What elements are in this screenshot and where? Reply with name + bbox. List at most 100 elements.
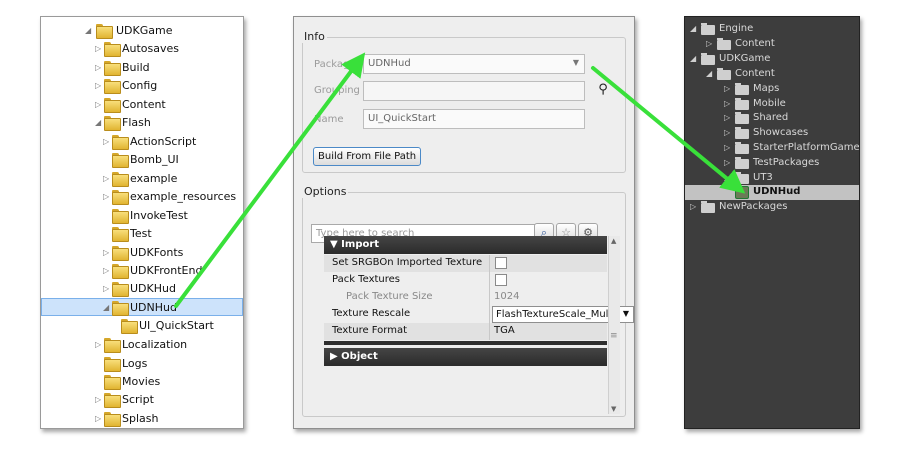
property-name: Texture Rescale <box>332 308 411 319</box>
package-item-udkgame-content[interactable]: ◢ Content <box>685 67 859 82</box>
tree-item-bomb-ui[interactable]: Bomb_UI <box>41 151 243 169</box>
collapsed-arrow-icon[interactable]: ▷ <box>103 266 111 276</box>
tree-item-example[interactable]: ▷ example <box>41 170 243 188</box>
folder-icon <box>111 209 129 224</box>
property-grid-scrollbar[interactable]: ▲ ≡ ▼ <box>608 236 620 414</box>
collapsed-arrow-icon[interactable]: ▷ <box>706 39 712 48</box>
collapsed-arrow-icon[interactable]: ▷ <box>103 248 111 258</box>
expand-arrow-icon[interactable]: ◢ <box>103 303 111 313</box>
category-object[interactable]: ▶ Object <box>324 348 607 366</box>
scroll-up-icon[interactable]: ▲ <box>611 237 616 245</box>
dropdown-arrow-icon[interactable]: ▼ <box>623 309 629 318</box>
package-item-label: Content <box>735 68 775 79</box>
expand-arrow-icon[interactable]: ◢ <box>706 69 712 78</box>
folder-icon <box>111 135 129 150</box>
collapsed-arrow-icon[interactable]: ▷ <box>724 143 730 152</box>
tree-item-label: Test <box>130 227 152 240</box>
property-row[interactable]: Pack Texture Size 1024 <box>324 289 607 306</box>
tree-item-actionscript[interactable]: ▷ ActionScript <box>41 133 243 151</box>
collapsed-arrow-icon[interactable]: ▷ <box>103 174 111 184</box>
collapsed-arrow-icon[interactable]: ▷ <box>724 113 730 122</box>
tree-item-label: Content <box>122 98 166 111</box>
tree-item-invoketest[interactable]: InvokeTest <box>41 207 243 225</box>
tree-item-udkhud[interactable]: ▷ UDKHud <box>41 280 243 298</box>
package-item-showcases[interactable]: ▷ Showcases <box>685 126 859 141</box>
property-row[interactable]: Pack Textures <box>324 272 607 289</box>
package-item-label: NewPackages <box>719 201 788 212</box>
binoculars-icon[interactable]: ⚲ <box>593 81 613 101</box>
tree-item-movies[interactable]: Movies <box>41 373 243 391</box>
collapsed-arrow-icon[interactable]: ▷ <box>95 100 103 110</box>
folder-icon <box>103 61 121 76</box>
collapsed-arrow-icon[interactable]: ▷ <box>95 44 103 54</box>
package-item-starterplatformgame[interactable]: ▷ StarterPlatformGameCo <box>685 141 859 156</box>
expand-arrow-icon[interactable]: ◢ <box>690 24 696 33</box>
collapsed-arrow-icon[interactable]: ▷ <box>95 340 103 350</box>
package-item-label: StarterPlatformGameCo <box>753 142 860 153</box>
collapsed-arrow-icon[interactable]: ▷ <box>724 84 730 93</box>
category-import[interactable]: ▼ Import <box>324 236 607 254</box>
package-item-newpackages[interactable]: ▷ NewPackages <box>685 200 859 215</box>
dropdown-arrow-icon[interactable]: ▼ <box>573 58 579 67</box>
tree-item-content[interactable]: ▷ Content <box>41 96 243 114</box>
tree-item-example-resources[interactable]: ▷ example_resources <box>41 188 243 206</box>
collapsed-arrow-icon[interactable]: ▷ <box>724 128 730 137</box>
texture-format-value[interactable]: TGA <box>494 325 515 336</box>
package-item-udkgame[interactable]: ◢ UDKGame <box>685 52 859 67</box>
tree-item-label: UDKGame <box>116 24 173 37</box>
package-combo[interactable]: UDNHud ▼ <box>363 54 585 74</box>
expand-arrow-icon[interactable]: ◢ <box>690 54 696 63</box>
tree-item-udkfrontend[interactable]: ▷ UDKFrontEnd <box>41 262 243 280</box>
tree-item-logs[interactable]: Logs <box>41 355 243 373</box>
package-item-mobile[interactable]: ▷ Mobile <box>685 97 859 112</box>
collapsed-arrow-icon[interactable]: ▷ <box>103 137 111 147</box>
package-label: Package <box>314 59 356 70</box>
tree-item-script[interactable]: ▷ Script <box>41 391 243 409</box>
property-row[interactable]: Texture Format TGA <box>324 323 607 340</box>
tree-item-autosaves[interactable]: ▷ Autosaves <box>41 40 243 58</box>
package-item-shared[interactable]: ▷ Shared <box>685 111 859 126</box>
name-field[interactable]: UI_QuickStart <box>363 109 585 129</box>
tree-item-localization[interactable]: ▷ Localization <box>41 336 243 354</box>
property-row[interactable]: Texture Rescale FlashTextureScale_Mult4 … <box>324 306 634 323</box>
scroll-down-icon[interactable]: ▼ <box>611 405 616 413</box>
package-item-testpackages[interactable]: ▷ TestPackages <box>685 156 859 171</box>
collapsed-arrow-icon[interactable]: ▷ <box>724 99 730 108</box>
tree-item-flash[interactable]: ◢ Flash <box>41 114 243 132</box>
tree-item-ui-quickstart[interactable]: UI_QuickStart <box>41 317 243 335</box>
expand-arrow-icon[interactable]: ◢ <box>95 118 103 128</box>
grouping-field[interactable] <box>363 81 585 101</box>
build-from-file-path-button[interactable]: Build From File Path <box>313 147 422 166</box>
package-item-label: UT3 <box>753 172 773 183</box>
collapsed-arrow-icon[interactable]: ▷ <box>95 414 103 424</box>
package-item-udnhud[interactable]: UDNHud <box>685 185 859 200</box>
collapsed-arrow-icon[interactable]: ▷ <box>103 284 111 294</box>
package-item-ut3[interactable]: ◢ UT3 <box>685 171 859 186</box>
collapsed-arrow-icon[interactable]: ▷ <box>724 158 730 167</box>
tree-item-udkgame[interactable]: ◢ UDKGame <box>41 22 243 40</box>
collapsed-arrow-icon[interactable]: ▷ <box>690 202 696 211</box>
tree-item-udkfonts[interactable]: ▷ UDKFonts <box>41 244 243 262</box>
pack-texture-size-value[interactable]: 1024 <box>494 291 519 302</box>
collapsed-arrow-icon[interactable]: ▷ <box>95 63 103 73</box>
package-item-engine[interactable]: ◢ Engine <box>685 22 859 37</box>
expand-arrow-icon[interactable]: ◢ <box>724 173 730 182</box>
expander-placeholder <box>103 211 111 221</box>
column-divider <box>489 272 490 289</box>
collapsed-arrow-icon[interactable]: ▷ <box>95 81 103 91</box>
tree-item-udnhud[interactable]: ◢ UDNHud <box>41 298 243 316</box>
property-row[interactable]: Set SRGBOn Imported Texture <box>324 255 607 272</box>
package-item-engine-content[interactable]: ▷ Content <box>685 37 859 52</box>
collapsed-arrow-icon[interactable]: ▷ <box>103 192 111 202</box>
collapsed-arrow-icon[interactable]: ▷ <box>95 395 103 405</box>
srgb-checkbox[interactable] <box>495 257 507 269</box>
scroll-grip-icon[interactable]: ≡ <box>610 331 618 341</box>
tree-item-build[interactable]: ▷ Build <box>41 59 243 77</box>
expand-arrow-icon[interactable]: ◢ <box>85 26 93 36</box>
tree-item-config[interactable]: ▷ Config <box>41 77 243 95</box>
package-item-maps[interactable]: ▷ Maps <box>685 82 859 97</box>
tree-item-splash[interactable]: ▷ Splash <box>41 410 243 428</box>
tree-item-test[interactable]: Test <box>41 225 243 243</box>
pack-textures-checkbox[interactable] <box>495 274 507 286</box>
category-object-label: Object <box>341 351 378 362</box>
